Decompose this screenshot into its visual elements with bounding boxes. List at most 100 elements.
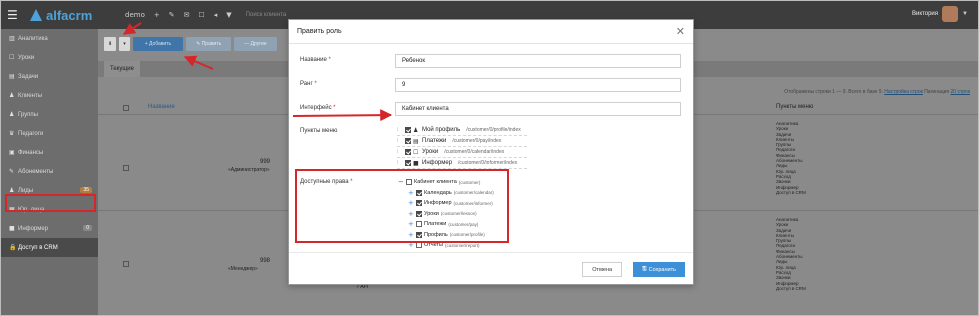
row-rank: 999 [260,159,271,165]
informer-icon: ■ [413,159,419,167]
sidebar-item-tasks[interactable]: ▤ Задачи [1,67,98,86]
informer-icon: ■ [9,225,15,232]
other-button[interactable]: — Другие [234,37,277,51]
perm-label: Отчеты [424,242,444,249]
sidebar-item-label: Информер [18,225,49,232]
row-checkbox[interactable] [123,261,129,267]
menu-point-path: /customer/0/calendar/index [444,149,505,155]
sidebar-item-label: Лиды [18,187,34,194]
user-menu[interactable]: Виктория ▼ [912,6,968,22]
menu-list-item: Доступ в CRM [776,189,806,195]
menu-point-path: /customer/0/informer/index [458,160,518,166]
sidebar-item-label: Клиенты [18,92,43,99]
perm-checkbox[interactable] [416,242,422,249]
analytics-icon: ▥ [9,35,15,42]
name-label: Название * [300,57,331,63]
sidebar-item-groups[interactable]: ♟ Группы [1,105,98,124]
arrow-icon[interactable]: ◂ [214,11,218,19]
logo[interactable]: alfacrm [29,8,119,23]
menu-point-checkbox[interactable] [405,138,411,144]
menu-point-checkbox[interactable] [405,160,411,166]
sidebar-item-label: Финансы [18,149,44,156]
modal-title: Править роль [297,28,342,35]
tasks-icon: ▤ [9,73,15,80]
interface-select[interactable]: Кабинет клиента [395,102,681,116]
add-button[interactable]: + Добавить [132,37,184,51]
chevron-down-icon: ▼ [962,11,968,17]
teacher-icon: ♛ [9,130,15,137]
edit-role-modal: Править роль ✕ Название * Ребенок Ранг *… [288,19,694,285]
modal-header: Править роль [289,20,693,44]
column-menu-header: Пункты меню [776,104,814,110]
menu-point-checkbox[interactable] [405,127,411,133]
menu-point-payments[interactable]: ⁞ ▤ Платежи/customer/0/pay/index [397,136,527,147]
sidebar-item-clients[interactable]: ♟ Клиенты [1,86,98,105]
sidebar-item-subscriptions[interactable]: ✎ Абонементы [1,162,98,181]
rank-field[interactable]: 9 [395,78,681,92]
rank-label: Ранг * [300,81,317,87]
select-all-checkbox[interactable] [123,105,129,111]
menu-point-lessons[interactable]: ⁞ ☐ Уроки/customer/0/calendar/index [397,147,527,158]
menu-point-informer[interactable]: ⁞ ■ Информер/customer/0/informer/index [397,158,527,169]
sidebar-item-teachers[interactable]: ♛ Педагоги [1,124,98,143]
sidebar-item-label: Абонементы [18,168,54,175]
row-settings-link[interactable]: Настройка строк [884,89,923,95]
row-menu-list: Аналитика Уроки Задачи Клиенты Группы Пе… [776,217,806,291]
menu-point-path: /customer/0/pay/index [452,138,502,144]
drag-handle-icon[interactable]: ⁞ [397,149,403,155]
menu-point-profile[interactable]: ⁞ ♟ Мой профиль/customer/0/profile/index [397,125,527,136]
lessons-icon: ☐ [413,148,419,156]
client-search-input[interactable]: Поиск клиента [246,12,287,18]
demo-menu-icon[interactable]: demo [125,11,145,19]
sidebar-item-lessons[interactable]: ☐ Уроки [1,48,98,67]
drag-handle-icon[interactable]: ⁞ [397,127,403,133]
sidebar-item-informer[interactable]: ■ Информер 0 [1,219,98,238]
sidebar-item-crm-access[interactable]: 🔒 Доступ в CRM [1,238,98,257]
sidebar-item-label: Задачи [18,73,39,80]
save-button[interactable]: 🖫 Сохранить [632,262,685,277]
interface-label: Интерфейс * [300,105,336,111]
informer-count-badge: 0 [83,225,92,231]
hamburger-menu-icon[interactable]: ☰ [7,8,25,22]
drag-handle-icon[interactable]: ⁞ [397,138,403,144]
sort-button[interactable]: ⬇ [104,37,117,51]
tab-current[interactable]: Текущие [104,61,140,77]
row-checkbox[interactable] [123,165,129,171]
sidebar-item-label: Доступ в CRM [18,244,58,251]
menu-list-item: Доступ в CRM [776,285,806,291]
sidebar-item-label: Группы [18,111,38,118]
filter-icon[interactable]: ▼ [226,11,231,19]
screenshot-frame: ☰ alfacrm demo + ✎ ✉ ☐ ◂ ▼ Поиск клиента… [0,0,979,316]
logo-triangle-icon [29,9,43,21]
sidebar-item-analytics[interactable]: ▥ Аналитика [1,29,98,48]
mail-icon[interactable]: ✉ [184,11,190,19]
sidebar-item-label: Аналитика [18,35,48,42]
users-icon: ♟ [9,111,15,118]
filter-button[interactable]: ▾ [119,37,130,51]
menu-point-label: Мой профиль [422,127,461,133]
square-icon[interactable]: ☐ [198,11,204,19]
cancel-button[interactable]: Отмена [582,262,622,277]
menu-point-label: Уроки [422,149,439,155]
column-name-header[interactable]: Название [148,104,175,110]
menu-point-label: Платежи [422,138,447,144]
name-field[interactable]: Ребенок [395,54,681,68]
leads-count-badge: 35 [80,187,92,193]
lock-icon: 🔒 [9,244,17,251]
perm-path: (customer/report) [445,242,480,248]
drag-handle-icon[interactable]: ⁞ [397,160,403,166]
plus-icon[interactable]: + [154,11,160,19]
close-icon[interactable]: ✕ [676,25,685,38]
menu-point-path: /customer/0/profile/index [466,127,521,133]
lessons-icon: ☐ [9,54,15,61]
pencil-icon[interactable]: ✎ [169,11,175,19]
avatar [942,6,959,22]
pagination-select[interactable]: 20 строк [951,89,971,95]
edit-button[interactable]: ✎ Править [186,37,232,51]
menu-point-label: Информер [422,160,453,166]
sidebar-item-finance[interactable]: ▣ Финансы [1,143,98,162]
menu-point-checkbox[interactable] [405,149,411,155]
row-rank: 998 [260,258,271,264]
row-role-name: «Администратор» [228,167,270,173]
sidebar-item-label: Уроки [18,54,35,61]
